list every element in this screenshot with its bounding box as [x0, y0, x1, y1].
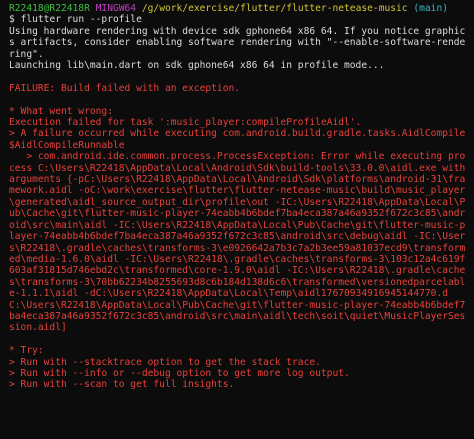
- try-line: > Run with --scan to get full insights.: [9, 379, 235, 391]
- prompt-path: /g/work/exercise/flutter/flutter-netease…: [141, 3, 408, 14]
- prompt-user-host: R22418@R22418R: [9, 3, 90, 14]
- prompt-symbol: $: [9, 14, 15, 26]
- exception-block: > com.android.ide.common.process.Process…: [9, 151, 472, 334]
- prompt-line: R22418@R22418R MINGW64 /g/work/exercise/…: [9, 3, 470, 14]
- info-line: Launching lib\main.dart on sdk gphone64 …: [9, 60, 385, 72]
- info-line: Using hardware rendering with device sdk…: [9, 25, 466, 60]
- failure-line: FAILURE: Build failed with an exception.: [9, 82, 241, 94]
- command-line: $ flutter run --profile: [9, 14, 470, 25]
- command-text: flutter run --profile: [20, 14, 142, 26]
- what-went-wrong-header: * What went wrong:: [9, 105, 113, 117]
- cause-line: > A failure occurred while executing com…: [9, 128, 466, 151]
- try-header: * Try:: [9, 345, 44, 357]
- try-line: > Run with --stacktrace option to get th…: [9, 356, 321, 368]
- prompt-branch: (main): [413, 3, 449, 14]
- prompt-shell: MINGW64: [95, 3, 137, 14]
- execution-failed-line: Execution failed for task ':music_player…: [9, 117, 362, 129]
- terminal-window[interactable]: R22418@R22418R MINGW64 /g/work/exercise/…: [0, 0, 474, 439]
- try-line: > Run with --info or --debug option to g…: [9, 367, 350, 379]
